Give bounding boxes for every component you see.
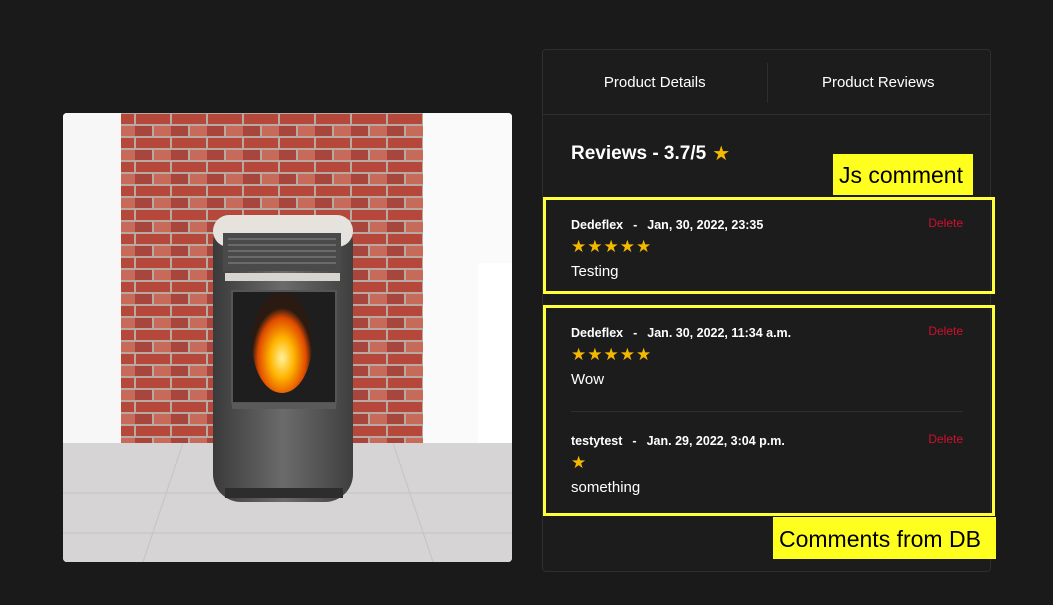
review-text: Wow — [571, 371, 605, 388]
review-meta: Dedeflex - Jan. 30, 2022, 11:34 a.m. — [571, 326, 963, 340]
js-comment-annotation: Js comment — [833, 154, 973, 195]
review-author: Dedeflex — [571, 218, 624, 232]
rating-stars-icon: ★★★★★ — [571, 237, 653, 256]
tab-divider — [767, 63, 768, 103]
delete-button[interactable]: Delete — [928, 216, 963, 230]
db-comments-annotation: Comments from DB — [773, 517, 996, 559]
delete-button[interactable]: Delete — [928, 432, 963, 446]
review-text: Testing — [571, 263, 619, 280]
review-date: Jan, 30, 2022, 23:35 — [647, 218, 764, 232]
tab-product-details[interactable]: Product Details — [543, 50, 767, 114]
review-meta: Dedeflex - Jan, 30, 2022, 23:35 — [571, 218, 963, 232]
review-separator: - — [633, 326, 638, 340]
review-date: Jan. 29, 2022, 3:04 p.m. — [646, 434, 785, 448]
rating-stars-icon: ★ — [571, 453, 588, 472]
reviews-heading: Reviews - 3.7/5 ★ — [571, 141, 730, 166]
review-item: Dedeflex - Jan. 30, 2022, 11:34 a.m. ★★★… — [571, 324, 963, 388]
star-icon: ★ — [712, 143, 731, 165]
review-item: testytest - Jan. 29, 2022, 3:04 p.m. ★ s… — [571, 432, 963, 496]
tab-product-reviews[interactable]: Product Reviews — [767, 50, 991, 114]
review-text: something — [571, 479, 641, 496]
review-meta: testytest - Jan. 29, 2022, 3:04 p.m. — [571, 434, 963, 448]
delete-button[interactable]: Delete — [928, 324, 963, 338]
review-separator: - — [633, 218, 638, 232]
review-date: Jan. 30, 2022, 11:34 a.m. — [647, 326, 792, 340]
review-author: Dedeflex — [571, 326, 624, 340]
reviews-heading-text: Reviews - 3.7/5 — [571, 142, 707, 164]
review-divider — [571, 411, 963, 412]
review-author: testytest — [571, 434, 623, 448]
review-item: Dedeflex - Jan, 30, 2022, 23:35 ★★★★★ Te… — [571, 216, 963, 280]
rating-stars-icon: ★★★★★ — [571, 345, 653, 364]
tab-bar: Product Details Product Reviews — [543, 50, 990, 115]
review-separator: - — [632, 434, 637, 448]
product-image — [63, 113, 512, 562]
